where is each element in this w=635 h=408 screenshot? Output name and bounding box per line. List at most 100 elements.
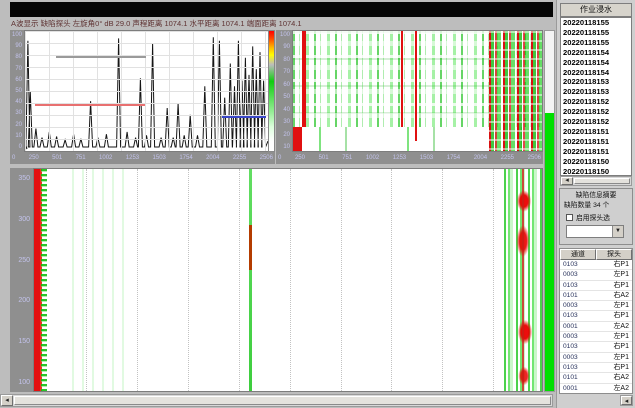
sidebar: 作业浸水 20220118155202201181552022011815520… (556, 0, 635, 408)
bscan-plot[interactable] (292, 30, 543, 152)
main-horizontal-scrollbar[interactable]: ◂ (0, 394, 553, 407)
job-list-item[interactable]: 20220118152 (561, 117, 631, 127)
defect-probe-cell: 左A2 (593, 384, 632, 393)
defect-table-row[interactable]: 0001左A2 (560, 322, 632, 332)
y-tick-label: 60 (15, 77, 22, 83)
scroll-left-arrow-icon[interactable]: ◂ (561, 177, 573, 185)
amplitude-colorbar (268, 30, 275, 152)
defect-table-scrollbar[interactable]: ◂ (620, 395, 633, 406)
job-list-item[interactable]: 20220118150 (561, 157, 631, 167)
job-list-item[interactable]: 20220118154 (561, 68, 631, 78)
x-tick-label: 1002 (99, 155, 112, 161)
bottom-gridline (391, 169, 392, 391)
job-list-item[interactable]: 20220118154 (561, 58, 631, 68)
job-list-item[interactable]: 20220118155 (561, 18, 631, 28)
job-list-item[interactable]: 20220118151 (561, 127, 631, 137)
probe-select-combobox[interactable]: ▼ (566, 225, 624, 238)
defect-table[interactable]: 通道探头 0103右P10003左P10103右P10101右A20003左P1… (559, 248, 633, 394)
defect-probe-cell: 左P1 (593, 270, 632, 279)
y-tick-label: 300 (18, 217, 30, 223)
defect-table-column-header[interactable]: 探头 (596, 249, 632, 260)
ascan-grid (25, 31, 268, 151)
job-list-item[interactable]: 20220118155 (561, 28, 631, 38)
y-tick-label: 90 (283, 44, 290, 50)
ascan-y-axis: 1009080706050403020100 (10, 30, 24, 152)
probe-filter-label: 启用探头选 (576, 212, 610, 222)
defect-table-column-header[interactable]: 通道 (560, 249, 596, 260)
bottom-defect-segment (249, 225, 252, 270)
job-list-item[interactable]: 20220118155 (561, 38, 631, 48)
defect-table-row[interactable]: 0003左P1 (560, 270, 632, 280)
job-list[interactable]: 2022011815520220118155202201181552022011… (560, 17, 632, 176)
defect-table-body: 0103右P10003左P10103右P10101右A20003左P10103右… (560, 260, 632, 394)
defect-table-row[interactable]: 0101右A2 (560, 373, 632, 383)
job-list-item[interactable]: 20220118150 (561, 167, 631, 176)
x-tick-label: 751 (76, 155, 86, 161)
defect-channel-cell: 0101 (560, 373, 593, 382)
bscan-red-line (401, 31, 403, 127)
y-tick-label: 50 (15, 88, 22, 94)
y-tick-label: 60 (283, 82, 290, 88)
y-tick-label: 350 (18, 176, 30, 182)
defect-probe-cell: 右P1 (593, 281, 632, 290)
defect-table-row[interactable]: 0001左A2 (560, 384, 632, 394)
defect-channel-cell: 0003 (560, 353, 593, 362)
x-tick-label: 1002 (366, 155, 379, 161)
job-list-item[interactable]: 20220118152 (561, 97, 631, 107)
x-tick-label: 1253 (393, 155, 406, 161)
bottom-gridline (442, 169, 443, 391)
bottom-scan-plot[interactable] (33, 168, 543, 392)
probe-filter-row: 启用探头选 (566, 212, 610, 222)
x-tick-label: 250 (295, 155, 305, 161)
scroll-left-arrow-icon[interactable]: ◂ (621, 396, 632, 405)
job-list-item[interactable]: 20220118151 (561, 137, 631, 147)
scrollbar-thumb[interactable] (574, 178, 630, 184)
job-list-item[interactable]: 20220118153 (561, 87, 631, 97)
probe-filter-checkbox[interactable] (566, 214, 573, 221)
job-list-scrollbar[interactable]: ◂ (560, 176, 632, 186)
defect-table-row[interactable]: 0103右P1 (560, 281, 632, 291)
bscan-y-axis: 100908070605040302010 (276, 30, 292, 152)
defect-table-row[interactable]: 0103右P1 (560, 363, 632, 373)
y-tick-label: 70 (283, 69, 290, 75)
y-tick-label: 20 (283, 132, 290, 138)
defect-table-row[interactable]: 0003左P1 (560, 301, 632, 311)
x-tick-label: 2506 (260, 155, 273, 161)
defect-table-row[interactable]: 0103右P1 (560, 260, 632, 270)
y-tick-label: 80 (15, 54, 22, 60)
defect-table-row[interactable]: 0101右A2 (560, 291, 632, 301)
chevron-down-icon[interactable]: ▼ (612, 226, 623, 237)
job-list-item[interactable]: 20220118152 (561, 107, 631, 117)
gate-blue[interactable] (222, 116, 266, 118)
defect-channel-cell: 0001 (560, 384, 593, 393)
x-tick-label: 1503 (420, 155, 433, 161)
job-list-item[interactable]: 20220118154 (561, 48, 631, 58)
defect-table-header: 通道探头 (560, 249, 632, 260)
defect-probe-cell: 右A2 (593, 373, 632, 382)
job-list-item[interactable]: 20220118151 (561, 147, 631, 157)
defect-count-label: 缺陷数量 34 个 (564, 199, 609, 209)
defect-table-row[interactable]: 0003左P1 (560, 332, 632, 342)
x-tick-label: 250 (29, 155, 39, 161)
bottom-gridline (188, 169, 189, 391)
gate-gray[interactable] (56, 56, 146, 58)
y-tick-label: 30 (283, 119, 290, 125)
x-tick-label: 1253 (126, 155, 139, 161)
scroll-left-arrow-icon[interactable]: ◂ (1, 395, 13, 406)
y-tick-label: 80 (283, 57, 290, 63)
defect-table-row[interactable]: 0103右P1 (560, 311, 632, 321)
y-tick-label: 100 (12, 32, 22, 38)
defect-table-row[interactable]: 0003左P1 (560, 353, 632, 363)
gate-red[interactable] (35, 104, 145, 106)
x-tick-label: 1754 (447, 155, 460, 161)
job-list-item[interactable]: 20220118153 (561, 77, 631, 87)
window-title-bar[interactable] (10, 2, 553, 17)
defect-probe-cell: 右A2 (593, 291, 632, 300)
scrollbar-thumb[interactable] (14, 396, 551, 405)
defect-probe-cell: 左P1 (593, 301, 632, 310)
defect-table-row[interactable]: 0103右P1 (560, 342, 632, 352)
y-tick-label: 90 (15, 43, 22, 49)
y-tick-label: 100 (280, 32, 290, 38)
defect-channel-cell: 0101 (560, 291, 593, 300)
ascan-plot[interactable] (24, 30, 269, 152)
